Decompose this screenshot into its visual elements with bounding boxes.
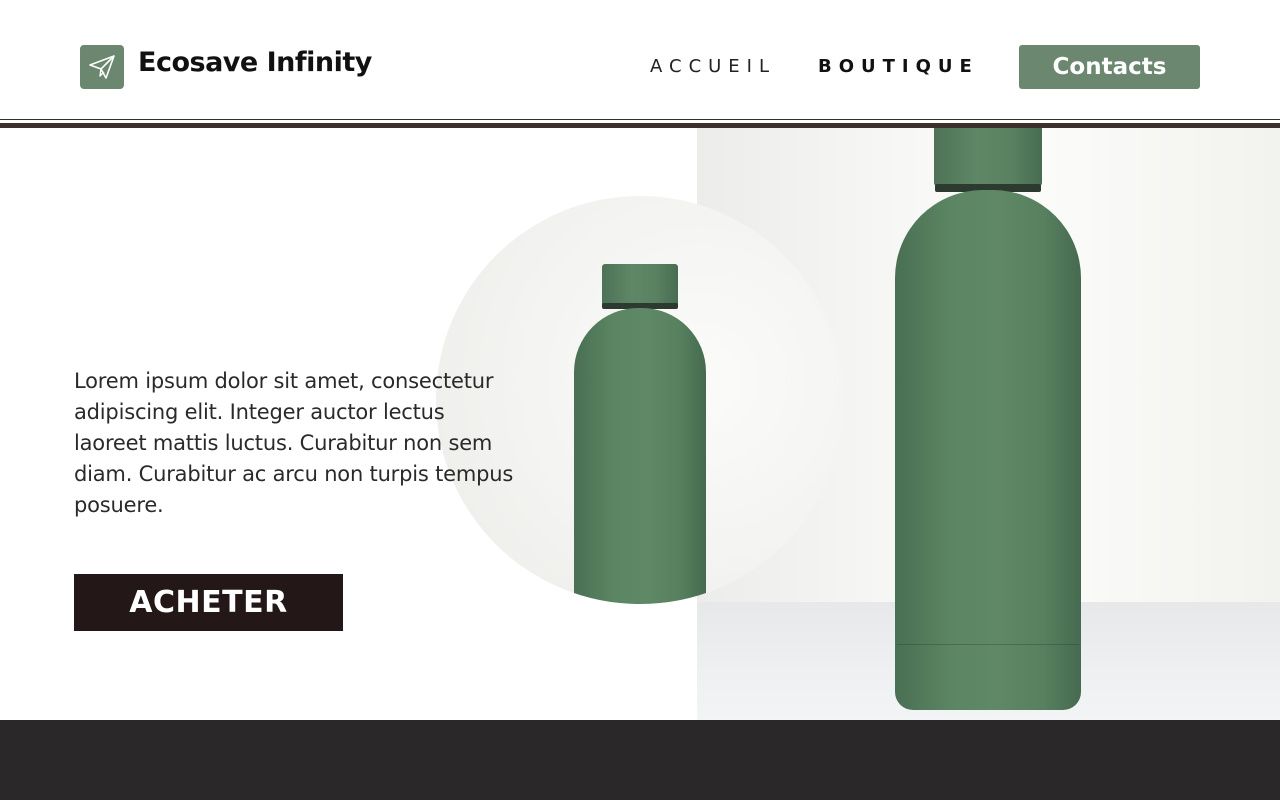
nav-boutique[interactable]: BOUTIQUE xyxy=(818,56,979,77)
site-header: Ecosave Infinity ACCUEIL BOUTIQUE Contac… xyxy=(0,0,1280,120)
large-bottle-body xyxy=(895,190,1081,710)
contacts-button[interactable]: Contacts xyxy=(1019,45,1200,89)
brand-name[interactable]: Ecosave Infinity xyxy=(138,47,372,78)
small-bottle-cap xyxy=(602,264,678,306)
large-bottle-base-line xyxy=(897,644,1079,645)
small-bottle-body xyxy=(574,308,706,604)
paper-plane-icon xyxy=(89,55,115,79)
header-divider-thin xyxy=(0,119,1280,120)
buy-button[interactable]: ACHETER xyxy=(74,574,343,631)
nav-accueil[interactable]: ACCUEIL xyxy=(650,56,776,77)
logo-box[interactable] xyxy=(80,45,124,89)
large-bottle-cap xyxy=(934,128,1042,186)
site-footer xyxy=(0,720,1280,800)
hero-description: Lorem ipsum dolor sit amet, consectetur … xyxy=(74,369,514,517)
